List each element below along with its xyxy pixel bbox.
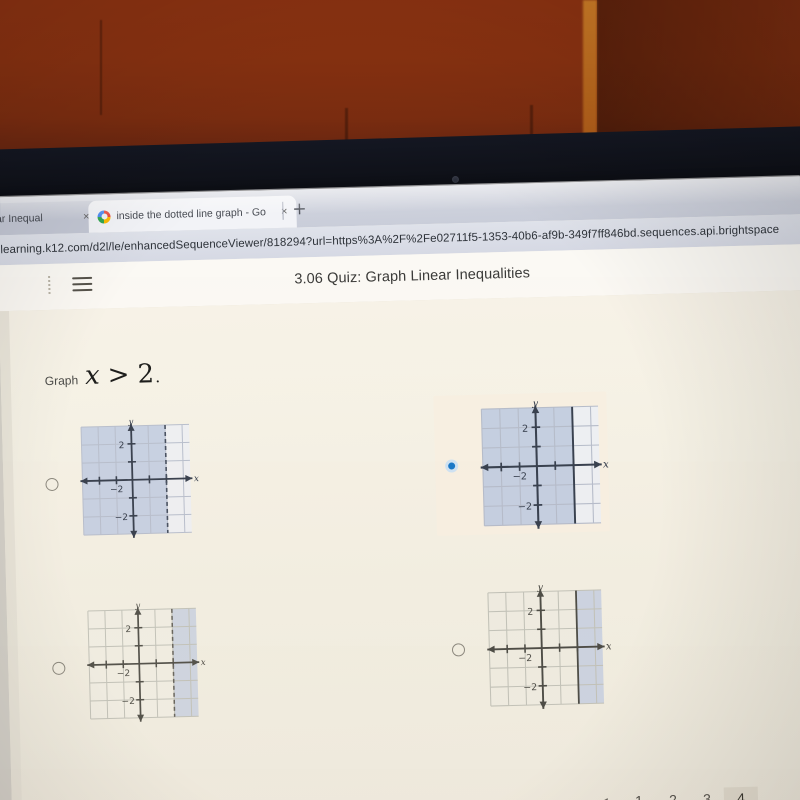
page-button-3[interactable]: 3 [690, 787, 725, 800]
graph-option-a: −2 2 −2 y x [73, 418, 200, 545]
radio-button-d[interactable] [451, 642, 466, 657]
svg-text:2: 2 [125, 625, 131, 635]
page-button-2[interactable]: 2 [656, 788, 691, 800]
browser-tab-inactive[interactable]: ph Linear Inequal × [0, 200, 99, 237]
svg-text:y: y [127, 418, 134, 427]
graph-option-c: −2 2 −2 y x [80, 602, 207, 729]
laptop-screen: ph Linear Inequal × inside the dotted li… [0, 174, 800, 800]
answer-option-b[interactable]: −2 2 −2 y x [433, 391, 610, 536]
svg-text:−2: −2 [110, 485, 124, 495]
browser-tab-label: ph Linear Inequal [0, 212, 43, 226]
google-g-icon [97, 209, 111, 224]
svg-text:x: x [194, 474, 199, 484]
graph-option-b: −2 2 −2 y x [473, 399, 609, 529]
svg-text:x: x [201, 658, 206, 668]
page-button-1[interactable]: 1 [622, 789, 657, 800]
page-button-4[interactable]: 4 [723, 786, 759, 800]
expression-variable: x [84, 360, 102, 392]
radio-button-a[interactable] [45, 477, 59, 491]
quiz-body: Graph x >2. −2 2 −2 y x −2 2 −2 y x −2 2… [0, 288, 800, 800]
expression-period: . [154, 367, 162, 387]
expression-value: 2 [137, 359, 156, 390]
answer-options: −2 2 −2 y x −2 2 −2 y x −2 2 −2 y x −2 2… [34, 391, 794, 722]
svg-text:y: y [134, 602, 141, 611]
svg-text:2: 2 [119, 441, 125, 451]
svg-text:−2: −2 [518, 501, 533, 512]
svg-text:x: x [606, 640, 612, 652]
svg-text:−2: −2 [121, 697, 135, 707]
question-prompt-label: Graph [44, 373, 79, 389]
new-tab-button[interactable]: + [292, 199, 307, 219]
svg-text:2: 2 [527, 607, 533, 618]
svg-text:y: y [536, 583, 544, 592]
browser-tab-label: inside the dotted line graph - Go [116, 206, 267, 223]
pagination: ◀ 1 2 3 4 [586, 775, 800, 800]
svg-text:−2: −2 [115, 513, 129, 523]
radio-button-b[interactable] [444, 458, 459, 473]
expression-operator: > [107, 359, 131, 391]
svg-text:x: x [603, 457, 609, 470]
svg-text:−2: −2 [523, 682, 537, 693]
photo-of-laptop-screen: ph Linear Inequal × inside the dotted li… [0, 0, 800, 800]
question-prompt: Graph x >2. [44, 359, 162, 392]
page-title: 3.06 Quiz: Graph Linear Inequalities [294, 265, 531, 288]
answer-option-a[interactable]: −2 2 −2 y x [34, 410, 211, 554]
answer-option-d[interactable]: −2 2 −2 y x [440, 575, 617, 719]
graph-option-d: −2 2 −2 y x [479, 583, 612, 711]
svg-text:y: y [531, 399, 539, 408]
previous-page-button[interactable]: ◀ [586, 796, 622, 800]
svg-text:−2: −2 [518, 653, 532, 664]
answer-option-c[interactable]: −2 2 −2 y x [41, 594, 218, 738]
question-expression: x >2. [85, 359, 162, 391]
svg-text:2: 2 [522, 424, 528, 435]
svg-text:−2: −2 [117, 669, 131, 679]
radio-button-c[interactable] [52, 661, 66, 675]
svg-text:−2: −2 [513, 471, 528, 482]
